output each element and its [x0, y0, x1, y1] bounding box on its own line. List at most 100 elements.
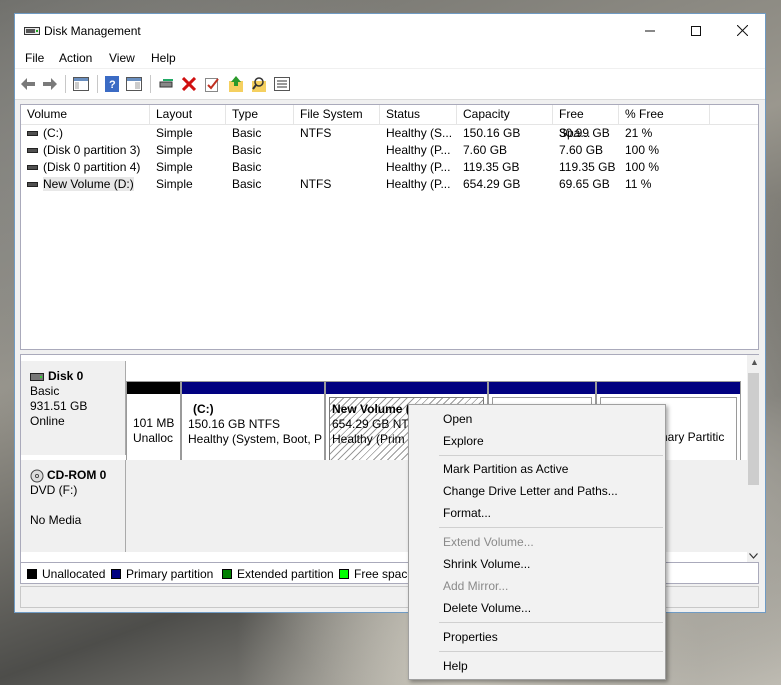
- cdrom-0-status: No Media: [30, 513, 82, 527]
- volume-name: (Disk 0 partition 3): [43, 143, 141, 157]
- properties-list-button[interactable]: [273, 75, 291, 93]
- menu-action[interactable]: Action: [59, 51, 92, 65]
- menu-item-open[interactable]: Open: [443, 408, 472, 430]
- disk-0-status: Online: [30, 414, 65, 428]
- volume-row[interactable]: New Volume (D:) Simple Basic NTFS Health…: [21, 176, 758, 193]
- file-system-cell: NTFS: [300, 177, 332, 191]
- find-button[interactable]: [250, 75, 268, 93]
- volume-name: (Disk 0 partition 4): [43, 160, 141, 174]
- primary-partition-bar: [326, 382, 487, 394]
- volume-list: Volume Layout Type File System Status Ca…: [20, 104, 759, 350]
- scroll-up-arrow-icon[interactable]: ▲: [750, 357, 759, 367]
- status-cell: Healthy (S...: [386, 126, 453, 140]
- disk-0-label[interactable]: Disk 0 Basic 931.51 GB Online: [21, 361, 126, 455]
- legend-swatch: [111, 569, 121, 579]
- legend-swatch: [27, 569, 37, 579]
- volume-row[interactable]: (C:) Simple Basic NTFS Healthy (S... 150…: [21, 125, 758, 142]
- legend-free-space: Free space: [339, 567, 414, 581]
- type-cell: Basic: [232, 126, 262, 140]
- volume-row[interactable]: (Disk 0 partition 3) Simple Basic Health…: [21, 142, 758, 159]
- check-icon: [205, 78, 219, 92]
- cd-rom-icon: [30, 469, 44, 482]
- toolbar-separator: [150, 75, 151, 93]
- connect-button[interactable]: [158, 75, 176, 93]
- cdrom-0-label[interactable]: CD-ROM 0 DVD (F:) No Media: [21, 460, 126, 552]
- close-button[interactable]: [719, 14, 765, 47]
- title-bar[interactable]: Disk Management: [15, 14, 765, 47]
- percent-free-cell: 100 %: [625, 143, 660, 157]
- column-header-capacity[interactable]: Capacity: [457, 105, 553, 124]
- layout-cell: Simple: [156, 160, 193, 174]
- free-space-cell: 69.65 GB: [559, 177, 610, 191]
- partition-context-menu: Open Explore Mark Partition as Active Ch…: [408, 404, 666, 680]
- menu-item-format[interactable]: Format...: [443, 502, 491, 524]
- minimize-icon: [645, 30, 655, 31]
- legend-unallocated: Unallocated: [27, 567, 105, 581]
- console-tree-icon: [73, 77, 89, 91]
- menu-separator: [439, 527, 663, 528]
- column-header-free-space[interactable]: Free Spa...: [553, 105, 619, 140]
- column-header-file-system[interactable]: File System: [294, 105, 380, 124]
- forward-button[interactable]: [41, 75, 59, 93]
- column-header-percent-free[interactable]: % Free: [619, 105, 710, 124]
- volume-name-cell: New Volume (D:): [21, 176, 150, 193]
- volume-row[interactable]: (Disk 0 partition 4) Simple Basic Health…: [21, 159, 758, 176]
- column-header-layout[interactable]: Layout: [150, 105, 226, 124]
- partition-c-name: (C:): [193, 402, 214, 416]
- menu-item-change-drive-letter[interactable]: Change Drive Letter and Paths...: [443, 480, 618, 502]
- up-button[interactable]: [227, 75, 245, 93]
- menu-item-delete-volume[interactable]: Delete Volume...: [443, 597, 531, 619]
- column-header-volume[interactable]: Volume: [21, 105, 150, 124]
- disk-management-app-icon: [24, 27, 40, 35]
- menu-item-help[interactable]: Help: [443, 655, 468, 677]
- volume-name-cell: (C:): [21, 125, 150, 142]
- up-icon: [229, 76, 243, 92]
- console-tree-button[interactable]: [72, 75, 90, 93]
- minimize-button[interactable]: [627, 14, 673, 47]
- unallocated-info: 101 MB Unalloc: [133, 416, 178, 446]
- delete-button[interactable]: [180, 75, 198, 93]
- volume-list-header: Volume Layout Type File System Status Ca…: [21, 105, 758, 140]
- window-title: Disk Management: [44, 24, 141, 38]
- scroll-down-arrow-icon[interactable]: [749, 553, 758, 559]
- percent-free-cell: 100 %: [625, 160, 660, 174]
- check-button[interactable]: [203, 75, 221, 93]
- unallocated-bar: [127, 382, 180, 394]
- show-pane-button[interactable]: [125, 75, 143, 93]
- toolbar-separator: [65, 75, 66, 93]
- menu-file[interactable]: File: [25, 51, 44, 65]
- menu-view[interactable]: View: [109, 51, 135, 65]
- menu-item-shrink-volume[interactable]: Shrink Volume...: [443, 553, 530, 575]
- percent-free-cell: 11 %: [625, 177, 652, 191]
- menu-item-explore[interactable]: Explore: [443, 430, 484, 452]
- close-icon: [736, 25, 748, 36]
- column-header-type[interactable]: Type: [226, 105, 294, 124]
- column-header-status[interactable]: Status: [380, 105, 457, 124]
- partition-c-size: 150.16 GB NTFS: [188, 417, 281, 431]
- legend-label: Free space: [354, 567, 415, 581]
- partition-c[interactable]: (C:) 150.16 GB NTFS Healthy (System, Boo…: [181, 381, 325, 467]
- scrollbar-thumb[interactable]: [748, 373, 759, 485]
- cdrom-0-type: DVD (F:): [30, 483, 78, 497]
- unallocated-size: 101 MB: [133, 416, 175, 430]
- volume-name: New Volume (D:): [43, 177, 134, 191]
- graph-vertical-scrollbar[interactable]: ▲: [747, 355, 760, 568]
- menu-help[interactable]: Help: [151, 51, 176, 65]
- cdrom-0-name: CD-ROM 0: [47, 468, 107, 482]
- properties-list-icon: [274, 77, 290, 91]
- capacity-cell: 654.29 GB: [463, 177, 521, 191]
- menu-item-mark-partition-active[interactable]: Mark Partition as Active: [443, 458, 568, 480]
- volume-icon: [27, 148, 38, 154]
- help-icon: ?: [105, 76, 119, 92]
- legend-label: Primary partition: [126, 567, 214, 581]
- back-button[interactable]: [19, 75, 37, 93]
- status-cell: Healthy (P...: [386, 143, 451, 157]
- help-button[interactable]: ?: [103, 75, 121, 93]
- partition-unallocated[interactable]: 101 MB Unalloc: [126, 381, 181, 467]
- layout-cell: Simple: [156, 177, 193, 191]
- maximize-button[interactable]: [673, 14, 719, 47]
- free-space-cell: 30.99 GB: [559, 126, 610, 140]
- legend-swatch: [339, 569, 349, 579]
- menu-item-properties[interactable]: Properties: [443, 626, 498, 648]
- file-system-cell: NTFS: [300, 126, 332, 140]
